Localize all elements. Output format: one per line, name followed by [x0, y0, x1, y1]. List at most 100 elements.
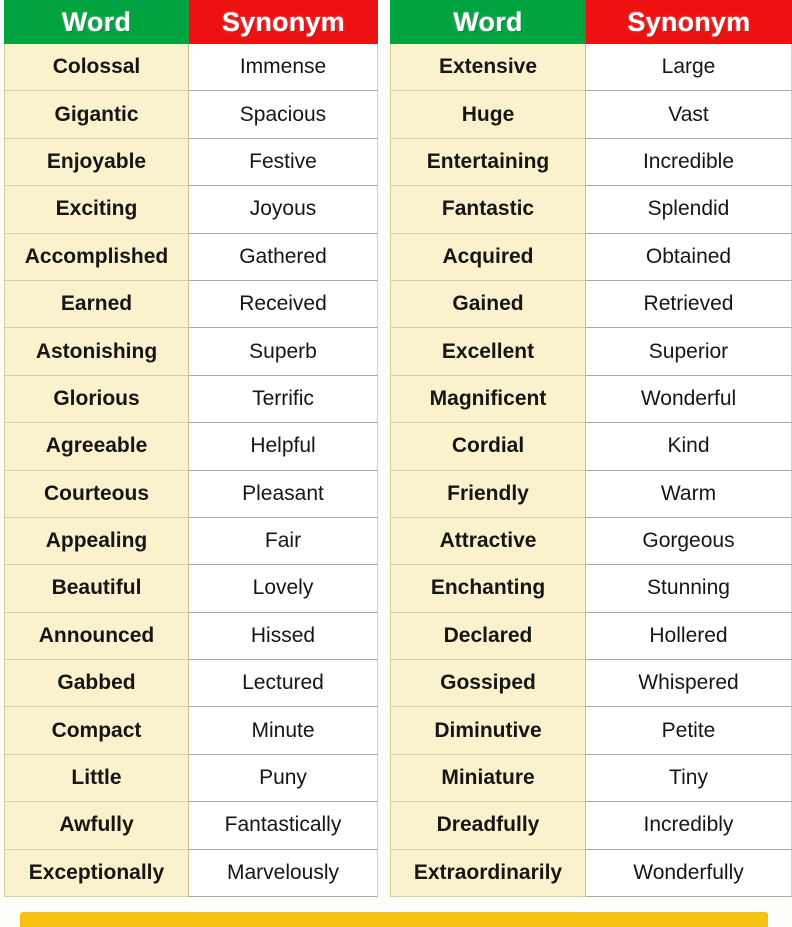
table-row: Agreeable Helpful: [4, 423, 378, 471]
table-row: Excellent Superior: [390, 328, 792, 376]
table-body-left: Colossal Immense Gigantic Spacious Enjoyable…: [4, 44, 378, 898]
cell-synonym: Marvelously: [189, 849, 378, 898]
cell-synonym: Fair: [189, 517, 378, 566]
cell-synonym: Vast: [586, 91, 792, 139]
cell-word: Beautiful: [4, 565, 189, 613]
cell-word: Friendly: [390, 470, 586, 518]
column-header-synonym: Synonym: [586, 0, 792, 44]
cell-synonym: Large: [586, 44, 792, 92]
synonym-table-left: Word Synonym Colossal Immense Gigantic Spac…: [4, 0, 378, 898]
cell-synonym: Warm: [586, 470, 792, 518]
cell-word: Huge: [390, 91, 586, 139]
table-row: Appealing Fair: [4, 517, 378, 566]
table-row: Earned Received: [4, 280, 378, 329]
synonyms-reference-sheet: Word Synonym Colossal Immense Gigantic Spac…: [0, 0, 792, 927]
table-row: Fantastic Splendid: [390, 186, 792, 234]
cell-synonym: Wonderful: [586, 375, 792, 424]
cell-word: Attractive: [390, 517, 586, 566]
table-row: Glorious Terrific: [4, 375, 378, 424]
table-row: Courteous Pleasant: [4, 470, 378, 518]
cell-word: Gabbed: [4, 660, 189, 708]
table-row: Entertaining Incredible: [390, 138, 792, 187]
table-row: Awfully Fantastically: [4, 802, 378, 850]
cell-word: Awfully: [4, 802, 189, 850]
table-row: Gigantic Spacious: [4, 91, 378, 139]
table-body-right: Extensive Large Huge Vast Entertaining Incred…: [390, 44, 792, 898]
table-row: Gained Retrieved: [390, 280, 792, 329]
cell-word: Agreeable: [4, 423, 189, 471]
cell-word: Exceptionally: [4, 849, 189, 898]
cell-synonym: Superb: [189, 328, 378, 376]
cell-synonym: Gathered: [189, 233, 378, 281]
cell-word: Earned: [4, 280, 189, 329]
cell-synonym: Spacious: [189, 91, 378, 139]
cell-synonym: Tiny: [586, 754, 792, 803]
table-row: Enchanting Stunning: [390, 565, 792, 613]
synonym-table-right: Word Synonym Extensive Large Huge Vast Enter…: [390, 0, 792, 898]
table-row: Dreadfully Incredibly: [390, 802, 792, 850]
cell-synonym: Received: [189, 280, 378, 329]
cell-synonym: Superior: [586, 328, 792, 376]
cell-word: Magnificent: [390, 375, 586, 424]
cell-synonym: Helpful: [189, 423, 378, 471]
cell-synonym: Whispered: [586, 660, 792, 708]
cell-word: Gossiped: [390, 660, 586, 708]
table-header-row: Word Synonym: [4, 0, 378, 44]
cell-word: Declared: [390, 612, 586, 661]
cell-word: Exciting: [4, 186, 189, 234]
table-row: Announced Hissed: [4, 612, 378, 661]
cell-synonym: Minute: [189, 707, 378, 755]
column-header-synonym: Synonym: [189, 0, 378, 44]
cell-synonym: Incredibly: [586, 802, 792, 850]
cell-synonym: Pleasant: [189, 470, 378, 518]
table-row: Attractive Gorgeous: [390, 517, 792, 566]
cell-word: Gained: [390, 280, 586, 329]
table-row: Exciting Joyous: [4, 186, 378, 234]
table-row: Astonishing Superb: [4, 328, 378, 376]
column-header-word: Word: [390, 0, 586, 44]
table-row: Enjoyable Festive: [4, 138, 378, 187]
cell-synonym: Lectured: [189, 660, 378, 708]
cell-synonym: Wonderfully: [586, 849, 792, 898]
cell-word: Diminutive: [390, 707, 586, 755]
cell-synonym: Incredible: [586, 138, 792, 187]
table-header-row: Word Synonym: [390, 0, 792, 44]
cell-word: Announced: [4, 612, 189, 661]
cell-word: Astonishing: [4, 328, 189, 376]
cell-word: Enjoyable: [4, 138, 189, 187]
cell-synonym: Gorgeous: [586, 517, 792, 566]
table-row: Acquired Obtained: [390, 233, 792, 281]
table-row: Friendly Warm: [390, 470, 792, 518]
cell-word: Miniature: [390, 754, 586, 803]
cell-word: Dreadfully: [390, 802, 586, 850]
table-row: Miniature Tiny: [390, 754, 792, 803]
cell-synonym: Puny: [189, 754, 378, 803]
cell-word: Entertaining: [390, 138, 586, 187]
cell-synonym: Splendid: [586, 186, 792, 234]
cell-synonym: Petite: [586, 707, 792, 755]
table-row: Diminutive Petite: [390, 707, 792, 755]
cell-word: Accomplished: [4, 233, 189, 281]
cell-synonym: Joyous: [189, 186, 378, 234]
cell-word: Extraordinarily: [390, 849, 586, 898]
cell-synonym: Festive: [189, 138, 378, 187]
cell-word: Cordial: [390, 423, 586, 471]
cell-word: Enchanting: [390, 565, 586, 613]
tables-container: Word Synonym Colossal Immense Gigantic Spac…: [0, 0, 792, 898]
cell-synonym: Retrieved: [586, 280, 792, 329]
cell-synonym: Fantastically: [189, 802, 378, 850]
bottom-accent-bar: [20, 912, 768, 927]
table-row: Beautiful Lovely: [4, 565, 378, 613]
table-row: Magnificent Wonderful: [390, 375, 792, 424]
cell-synonym: Lovely: [189, 565, 378, 613]
table-row: Accomplished Gathered: [4, 233, 378, 281]
cell-word: Fantastic: [390, 186, 586, 234]
cell-word: Glorious: [4, 375, 189, 424]
cell-synonym: Terrific: [189, 375, 378, 424]
cell-word: Appealing: [4, 517, 189, 566]
column-header-word: Word: [4, 0, 189, 44]
cell-synonym: Hollered: [586, 612, 792, 661]
cell-word: Excellent: [390, 328, 586, 376]
cell-synonym: Hissed: [189, 612, 378, 661]
cell-word: Little: [4, 754, 189, 803]
